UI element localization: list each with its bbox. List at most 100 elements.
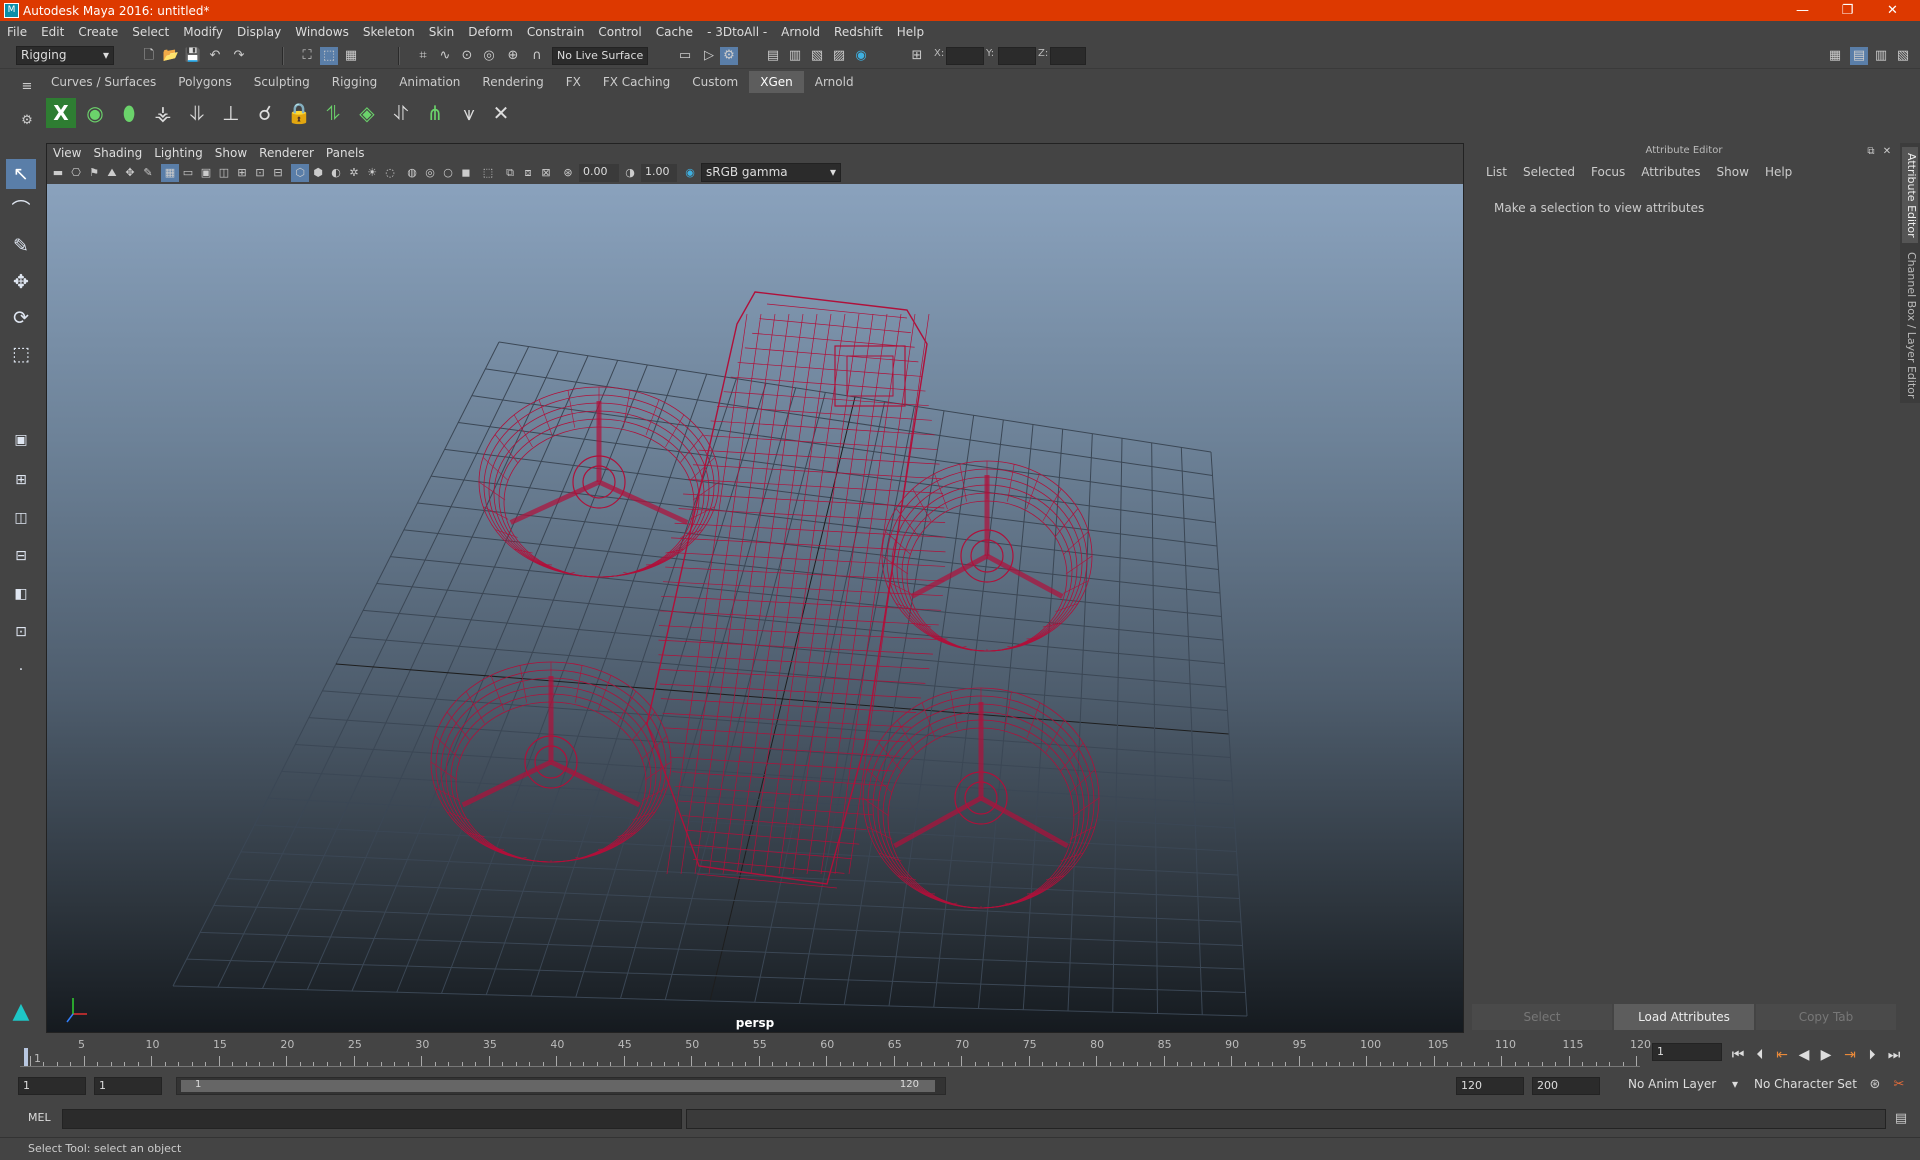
xgen-clumping-icon[interactable]: ⋔ [420,98,450,128]
exposure-field[interactable]: 0.00 [579,164,619,182]
xgen-grass-icon[interactable]: ⥮ [318,98,348,128]
menu-3dtoall[interactable]: - 3DtoAll - [700,25,774,39]
move-tool-icon[interactable]: ✥ [6,267,36,297]
viewport-3d-scene[interactable]: persp [47,184,1463,1032]
y-field[interactable] [998,47,1036,65]
step-back-key-icon[interactable]: ⇤ [1772,1045,1792,1065]
shelf-menu-icon[interactable]: ≡ [18,78,36,96]
scale-tool-icon[interactable]: ⬚ [6,339,36,369]
select-by-hierarchy-icon[interactable]: ⛶ [298,47,316,65]
menu-arnold[interactable]: Arnold [774,25,827,39]
color-management-icon[interactable]: ◉ [681,164,699,182]
select-by-object-icon[interactable]: ⬚ [320,47,338,65]
ambient-occlusion-icon[interactable]: ◍ [403,164,421,182]
end-field[interactable]: 120 [1456,1077,1524,1095]
grid-toggle-icon[interactable]: ▦ [161,164,179,182]
xgen-delete-icon[interactable]: ✕ [486,98,516,128]
xgen-sculpt-guide-icon[interactable]: ☌ [250,98,280,128]
end-max-field[interactable]: 200 [1532,1077,1600,1095]
smooth-shade-icon[interactable]: ⬢ [309,164,327,182]
color-space-dropdown[interactable]: sRGB gamma ▾ [701,163,841,182]
modeling-toolkit-icon[interactable]: ▦ [1826,47,1844,65]
tab-sculpting[interactable]: Sculpting [243,71,321,93]
z-field[interactable] [1050,47,1086,65]
menu-edit[interactable]: Edit [34,25,71,39]
ipr-render-icon[interactable]: ▷ [700,47,718,65]
go-to-start-icon[interactable]: ⏮ [1728,1045,1748,1065]
menu-constrain[interactable]: Constrain [520,25,592,39]
character-set-dropdown[interactable]: No Character Set [1750,1076,1874,1095]
menu-cache[interactable]: Cache [649,25,700,39]
menu-skeleton[interactable]: Skeleton [356,25,422,39]
depth-of-field-icon[interactable]: ◼ [457,164,475,182]
copy-tab-button[interactable]: Copy Tab [1756,1004,1896,1030]
ae-menu-list[interactable]: List [1478,163,1515,181]
outliner-persp-layout-icon[interactable]: ⊡ [6,617,36,647]
menu-control[interactable]: Control [591,25,648,39]
anti-aliasing-icon[interactable]: ○ [439,164,457,182]
menu-select[interactable]: Select [125,25,176,39]
ae-menu-focus[interactable]: Focus [1583,163,1633,181]
use-all-lights-icon[interactable]: ☀ [363,164,381,182]
safe-title-icon[interactable]: ⊟ [269,164,287,182]
animation-preferences-icon[interactable]: ✂ [1890,1076,1908,1094]
hypershade-icon[interactable]: ▤ [764,47,782,65]
select-tool-icon[interactable]: ↖ [6,159,36,189]
layout-menu-icon[interactable]: · [6,655,36,685]
snap-point-icon[interactable]: ⊙ [458,47,476,65]
ae-menu-show[interactable]: Show [1709,163,1757,181]
xgen-select-guides-icon[interactable]: ⥥ [182,98,212,128]
command-input[interactable] [62,1109,682,1129]
xgen-preview-icon[interactable]: ◉ [80,98,110,128]
menu-modify[interactable]: Modify [176,25,230,39]
select-button[interactable]: Select [1472,1004,1612,1030]
camera-select-icon[interactable]: ▬ [49,164,67,182]
paint-select-tool-icon[interactable]: ✎ [6,231,36,261]
attribute-editor-toggle-icon[interactable]: ▤ [1850,47,1868,65]
field-chart-icon[interactable]: ⊞ [233,164,251,182]
tab-attribute-editor[interactable]: Attribute Editor [1902,147,1918,243]
close-button[interactable]: ✕ [1870,0,1915,21]
vp-menu-view[interactable]: View [47,144,87,162]
menu-deform[interactable]: Deform [461,25,520,39]
menu-set-dropdown[interactable]: Rigging ▾ [16,46,114,65]
safe-action-icon[interactable]: ⊡ [251,164,269,182]
tab-polygons[interactable]: Polygons [167,71,242,93]
menu-skin[interactable]: Skin [422,25,462,39]
motion-blur-icon[interactable]: ◎ [421,164,439,182]
start-field[interactable]: 1 [94,1077,162,1095]
xray-components-icon[interactable]: ⊠ [537,164,555,182]
ae-menu-help[interactable]: Help [1757,163,1800,181]
side-by-side-layout-icon[interactable]: ◫ [6,503,36,533]
render-current-icon[interactable]: ▭ [676,47,694,65]
grease-pencil-icon[interactable]: ✎ [139,164,157,182]
snap-live-icon[interactable]: ⊕ [504,47,522,65]
arnold-render-icon[interactable]: ◉ [852,47,870,65]
xgen-add-guides-icon[interactable]: ⚶ [148,98,178,128]
xgen-cut-icon[interactable]: ⩛ [454,98,484,128]
gamma-icon[interactable]: ◑ [621,164,639,182]
menu-help[interactable]: Help [890,25,931,39]
transform-mode-icon[interactable]: ⊞ [908,47,926,65]
render-view-icon[interactable]: ▥ [786,47,804,65]
isolate-select-icon[interactable]: ⬚ [479,164,497,182]
command-language-label[interactable]: MEL [28,1111,51,1124]
step-forward-frame-icon[interactable]: ⏵ [1862,1045,1882,1065]
render-settings-icon[interactable]: ⚙ [720,47,738,65]
menu-file[interactable]: File [0,25,34,39]
light-editor-icon[interactable]: ▨ [830,47,848,65]
single-perspective-layout-icon[interactable]: ▣ [6,425,36,455]
four-view-layout-icon[interactable]: ⊞ [6,465,36,495]
play-forwards-icon[interactable]: ▶ [1816,1045,1836,1065]
save-scene-icon[interactable]: 💾 [184,47,202,65]
channel-box-icon[interactable]: ▧ [1894,47,1912,65]
restore-button[interactable]: ❐ [1825,0,1870,21]
xgen-layers-icon[interactable]: ◈ [352,98,382,128]
xgen-editor-icon[interactable]: X [46,98,76,128]
lasso-tool-icon[interactable]: ⌒ [6,195,36,225]
script-editor-icon[interactable]: ▤ [1892,1110,1910,1128]
close-panel-icon[interactable]: ✕ [1878,143,1896,161]
xgen-lock-guide-icon[interactable]: 🔒 [284,98,314,128]
vp-menu-renderer[interactable]: Renderer [253,144,320,162]
textured-icon[interactable]: ✲ [345,164,363,182]
